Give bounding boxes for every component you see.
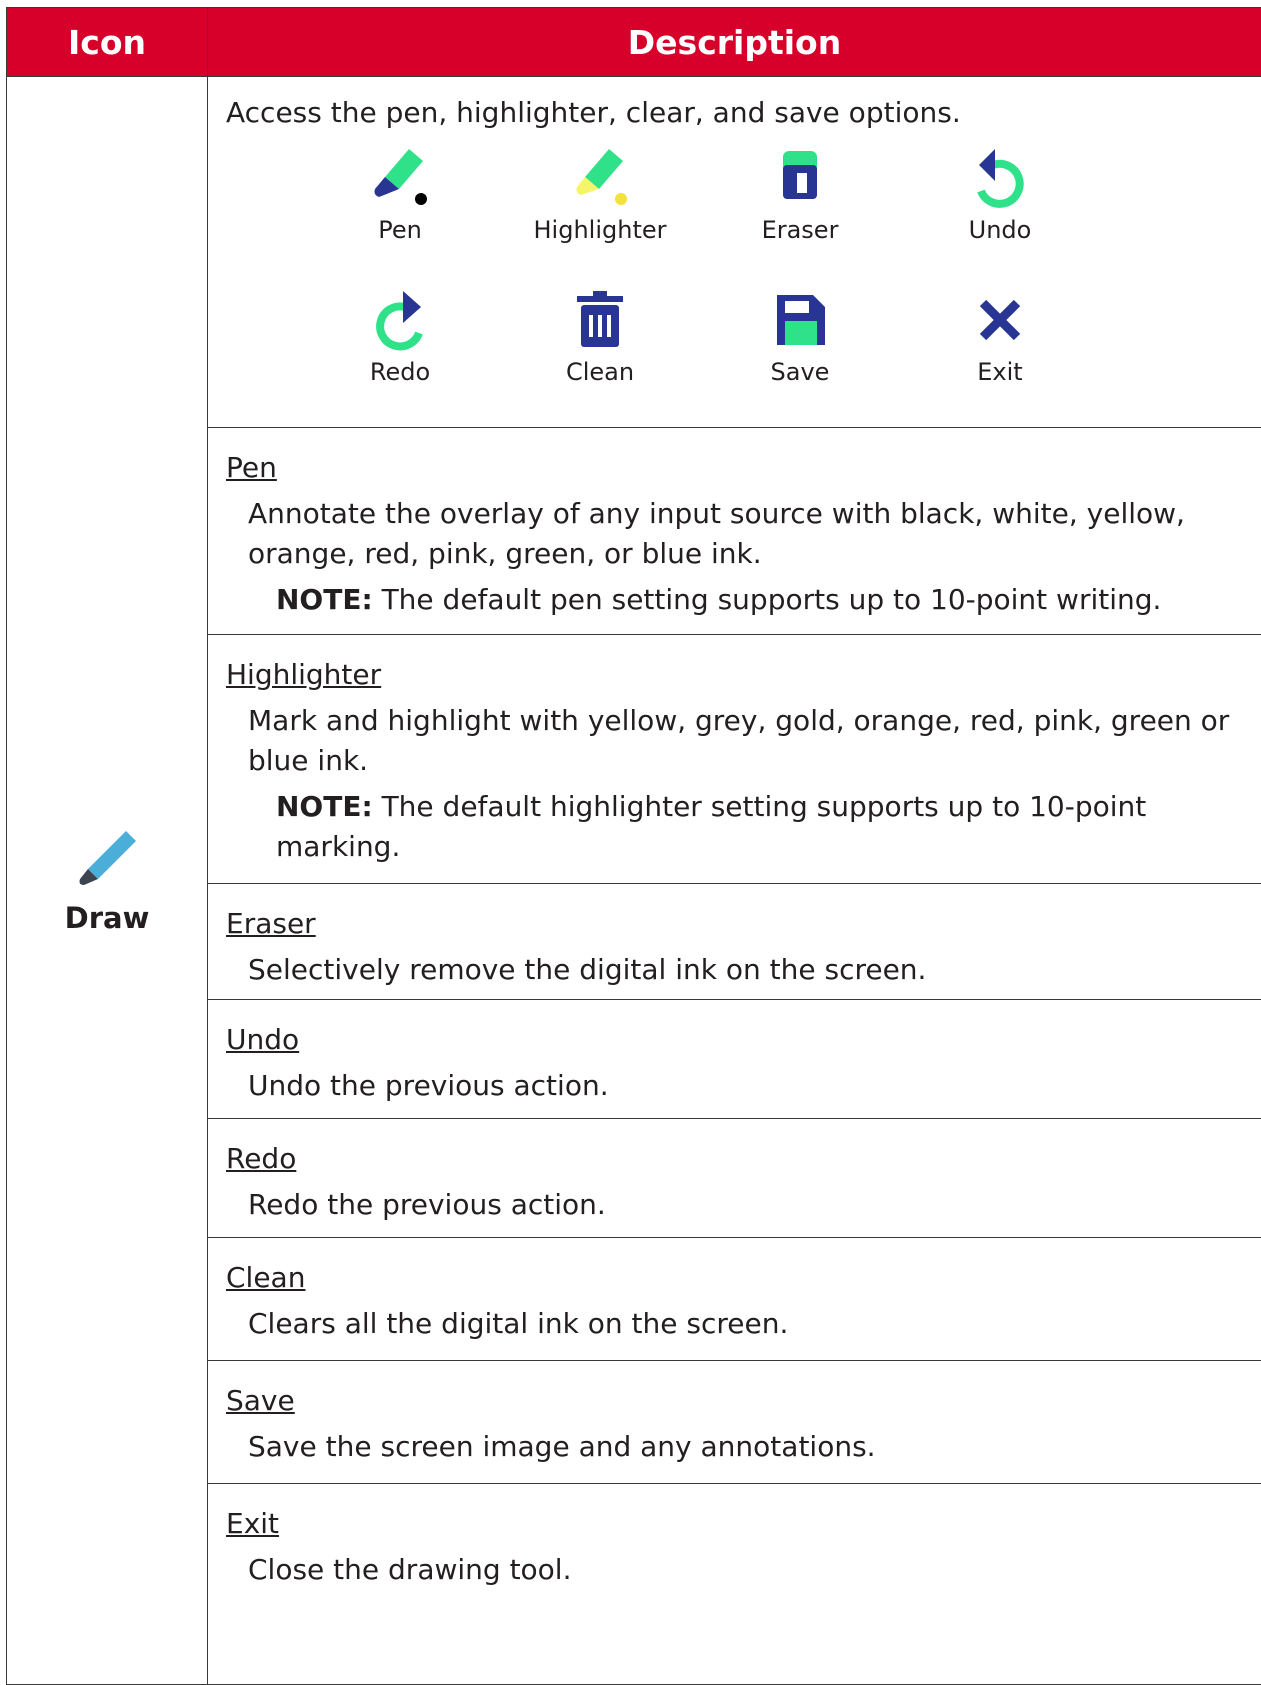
tool-redo: Redo xyxy=(300,285,500,427)
close-icon xyxy=(969,289,1031,351)
tool-label: Clean xyxy=(566,357,634,387)
eraser-icon xyxy=(769,147,831,209)
section-description: Close the drawing tool. xyxy=(248,1550,1233,1590)
description-column-header: Description xyxy=(208,8,1261,77)
tool-eraser: Eraser xyxy=(700,143,900,285)
tool-exit: Exit xyxy=(900,285,1100,427)
intro-cell: Access the pen, highlighter, clear, and … xyxy=(208,77,1261,428)
section-description: Clears all the digital ink on the screen… xyxy=(248,1304,1233,1344)
tool-label: Eraser xyxy=(762,215,839,245)
tool-pen: Pen xyxy=(300,143,500,285)
highlighter-icon xyxy=(569,147,631,209)
tool-undo: Undo xyxy=(900,143,1100,285)
pen-icon xyxy=(76,827,138,889)
icon-column-header: Icon xyxy=(7,8,208,77)
pen-icon xyxy=(369,147,431,209)
section-title: Exit xyxy=(226,1504,1261,1544)
tool-highlighter: Highlighter xyxy=(500,143,700,285)
tool-label: Exit xyxy=(977,357,1022,387)
section-description: Annotate the overlay of any input source… xyxy=(248,494,1233,574)
section-title: Clean xyxy=(226,1258,1261,1298)
section-description: Undo the previous action. xyxy=(248,1066,1233,1106)
tool-label: Save xyxy=(771,357,830,387)
intro-text: Access the pen, highlighter, clear, and … xyxy=(226,93,1261,133)
tool-grid: Pen Highlighter Eraser xyxy=(300,143,1261,427)
note-text: The default pen setting supports up to 1… xyxy=(373,583,1162,616)
section-title: Redo xyxy=(226,1139,1261,1179)
section-highlighter: Highlighter Mark and highlight with yell… xyxy=(208,635,1261,884)
description-table: Icon Description Draw Access the pen, hi… xyxy=(6,7,1261,1685)
section-eraser: Eraser Selectively remove the digital in… xyxy=(208,884,1261,1000)
table-header-row: Icon Description xyxy=(7,8,1261,77)
section-description: Save the screen image and any annotation… xyxy=(248,1427,1233,1467)
section-pen: Pen Annotate the overlay of any input so… xyxy=(208,428,1261,635)
save-icon xyxy=(769,289,831,351)
section-description: Mark and highlight with yellow, grey, go… xyxy=(248,701,1233,781)
undo-icon xyxy=(969,147,1031,209)
draw-label: Draw xyxy=(7,901,207,935)
section-title: Undo xyxy=(226,1020,1261,1060)
section-clean: Clean Clears all the digital ink on the … xyxy=(208,1238,1261,1361)
note-text: The default highlighter setting supports… xyxy=(276,790,1146,863)
section-redo: Redo Redo the previous action. xyxy=(208,1119,1261,1238)
tool-label: Highlighter xyxy=(534,215,667,245)
tool-label: Undo xyxy=(969,215,1032,245)
section-description: Redo the previous action. xyxy=(248,1185,1233,1225)
section-title: Pen xyxy=(226,448,1261,488)
tool-label: Redo xyxy=(370,357,430,387)
redo-icon xyxy=(369,289,431,351)
section-description: Selectively remove the digital ink on th… xyxy=(248,950,1233,990)
tool-save: Save xyxy=(700,285,900,427)
section-title: Highlighter xyxy=(226,655,1261,695)
note-label: NOTE: xyxy=(276,583,373,616)
section-title: Save xyxy=(226,1381,1261,1421)
table-row: Draw Access the pen, highlighter, clear,… xyxy=(7,77,1261,428)
tool-clean: Clean xyxy=(500,285,700,427)
section-exit: Exit Close the drawing tool. xyxy=(208,1484,1261,1685)
section-save: Save Save the screen image and any annot… xyxy=(208,1361,1261,1484)
section-title: Eraser xyxy=(226,904,1261,944)
section-undo: Undo Undo the previous action. xyxy=(208,1000,1261,1119)
tool-label: Pen xyxy=(378,215,422,245)
icon-cell: Draw xyxy=(7,77,208,1685)
note-label: NOTE: xyxy=(276,790,373,823)
section-note: NOTE: The default highlighter setting su… xyxy=(276,787,1233,867)
section-note: NOTE: The default pen setting supports u… xyxy=(276,580,1233,620)
trash-icon xyxy=(569,289,631,351)
